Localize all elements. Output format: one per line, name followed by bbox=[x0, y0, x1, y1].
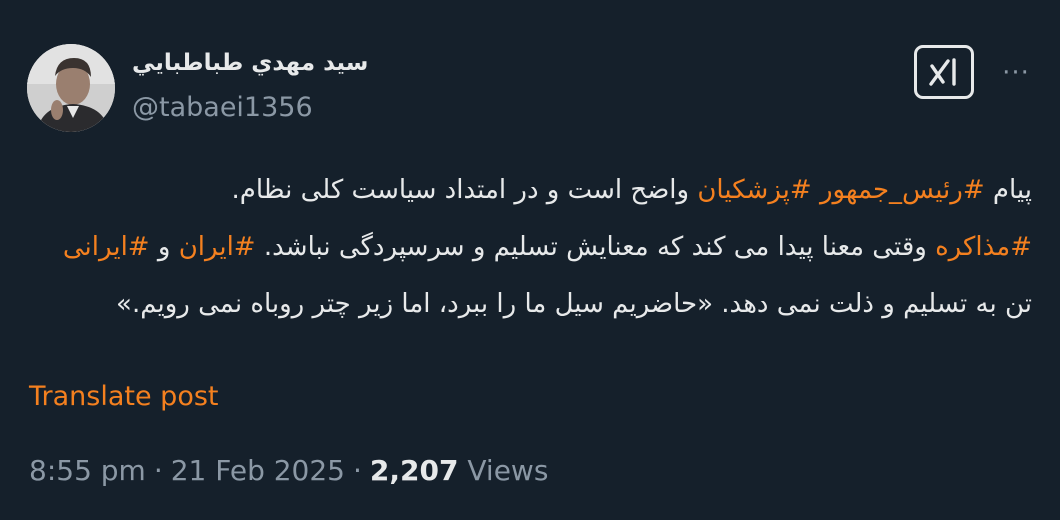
more-horizontal-icon: ··· bbox=[1002, 58, 1030, 88]
hashtag-link[interactable]: #مذاکره bbox=[935, 232, 1032, 262]
post-meta: 8:55 pm · 21 Feb 2025 · 2,207 Views bbox=[29, 454, 548, 487]
views-count[interactable]: 2,207 bbox=[370, 454, 459, 487]
grok-icon bbox=[929, 58, 956, 86]
post-text-segment: وقتی معنا پیدا می کند که معنایش تسلیم و … bbox=[255, 232, 936, 262]
post-text-segment: و bbox=[149, 232, 179, 262]
meta-separator: · bbox=[153, 454, 163, 487]
more-options-button[interactable]: ··· bbox=[996, 58, 1036, 88]
author-handle[interactable]: @tabaei1356 bbox=[132, 92, 313, 123]
meta-separator: · bbox=[353, 454, 362, 487]
hashtag-link[interactable]: #ایران bbox=[179, 232, 256, 262]
post-text-segment: پیام bbox=[984, 175, 1032, 205]
hashtag-link[interactable]: #ایرانی bbox=[63, 232, 150, 262]
post-text-segment bbox=[812, 175, 820, 205]
post-time[interactable]: 8:55 pm bbox=[29, 454, 146, 487]
views-label[interactable]: Views bbox=[467, 454, 548, 487]
hashtag-link[interactable]: #پزشکیان bbox=[697, 175, 811, 205]
post-card: سيد مهدي طباطبايي @tabaei1356 ··· پیام #… bbox=[0, 0, 1060, 520]
post-text: پیام #رئیس_جمهور #پزشکیان واضح است و در … bbox=[28, 162, 1032, 333]
hashtag-link[interactable]: #رئیس_جمهور bbox=[820, 175, 985, 205]
grok-button[interactable] bbox=[914, 45, 974, 99]
avatar[interactable] bbox=[27, 44, 115, 132]
translate-post-link[interactable]: Translate post bbox=[29, 381, 219, 412]
post-text-segment: واضح است و در امتداد سیاست کلی نظام. bbox=[231, 175, 698, 205]
post-body: پیام #رئیس_جمهور #پزشکیان واضح است و در … bbox=[28, 162, 1032, 333]
post-text-segment: تن به تسلیم و ذلت نمی دهد. «حاضریم سیل م… bbox=[116, 289, 1032, 319]
author-name[interactable]: سيد مهدي طباطبايي bbox=[132, 50, 368, 76]
avatar-image bbox=[27, 44, 115, 132]
post-date[interactable]: 21 Feb 2025 bbox=[171, 454, 345, 487]
